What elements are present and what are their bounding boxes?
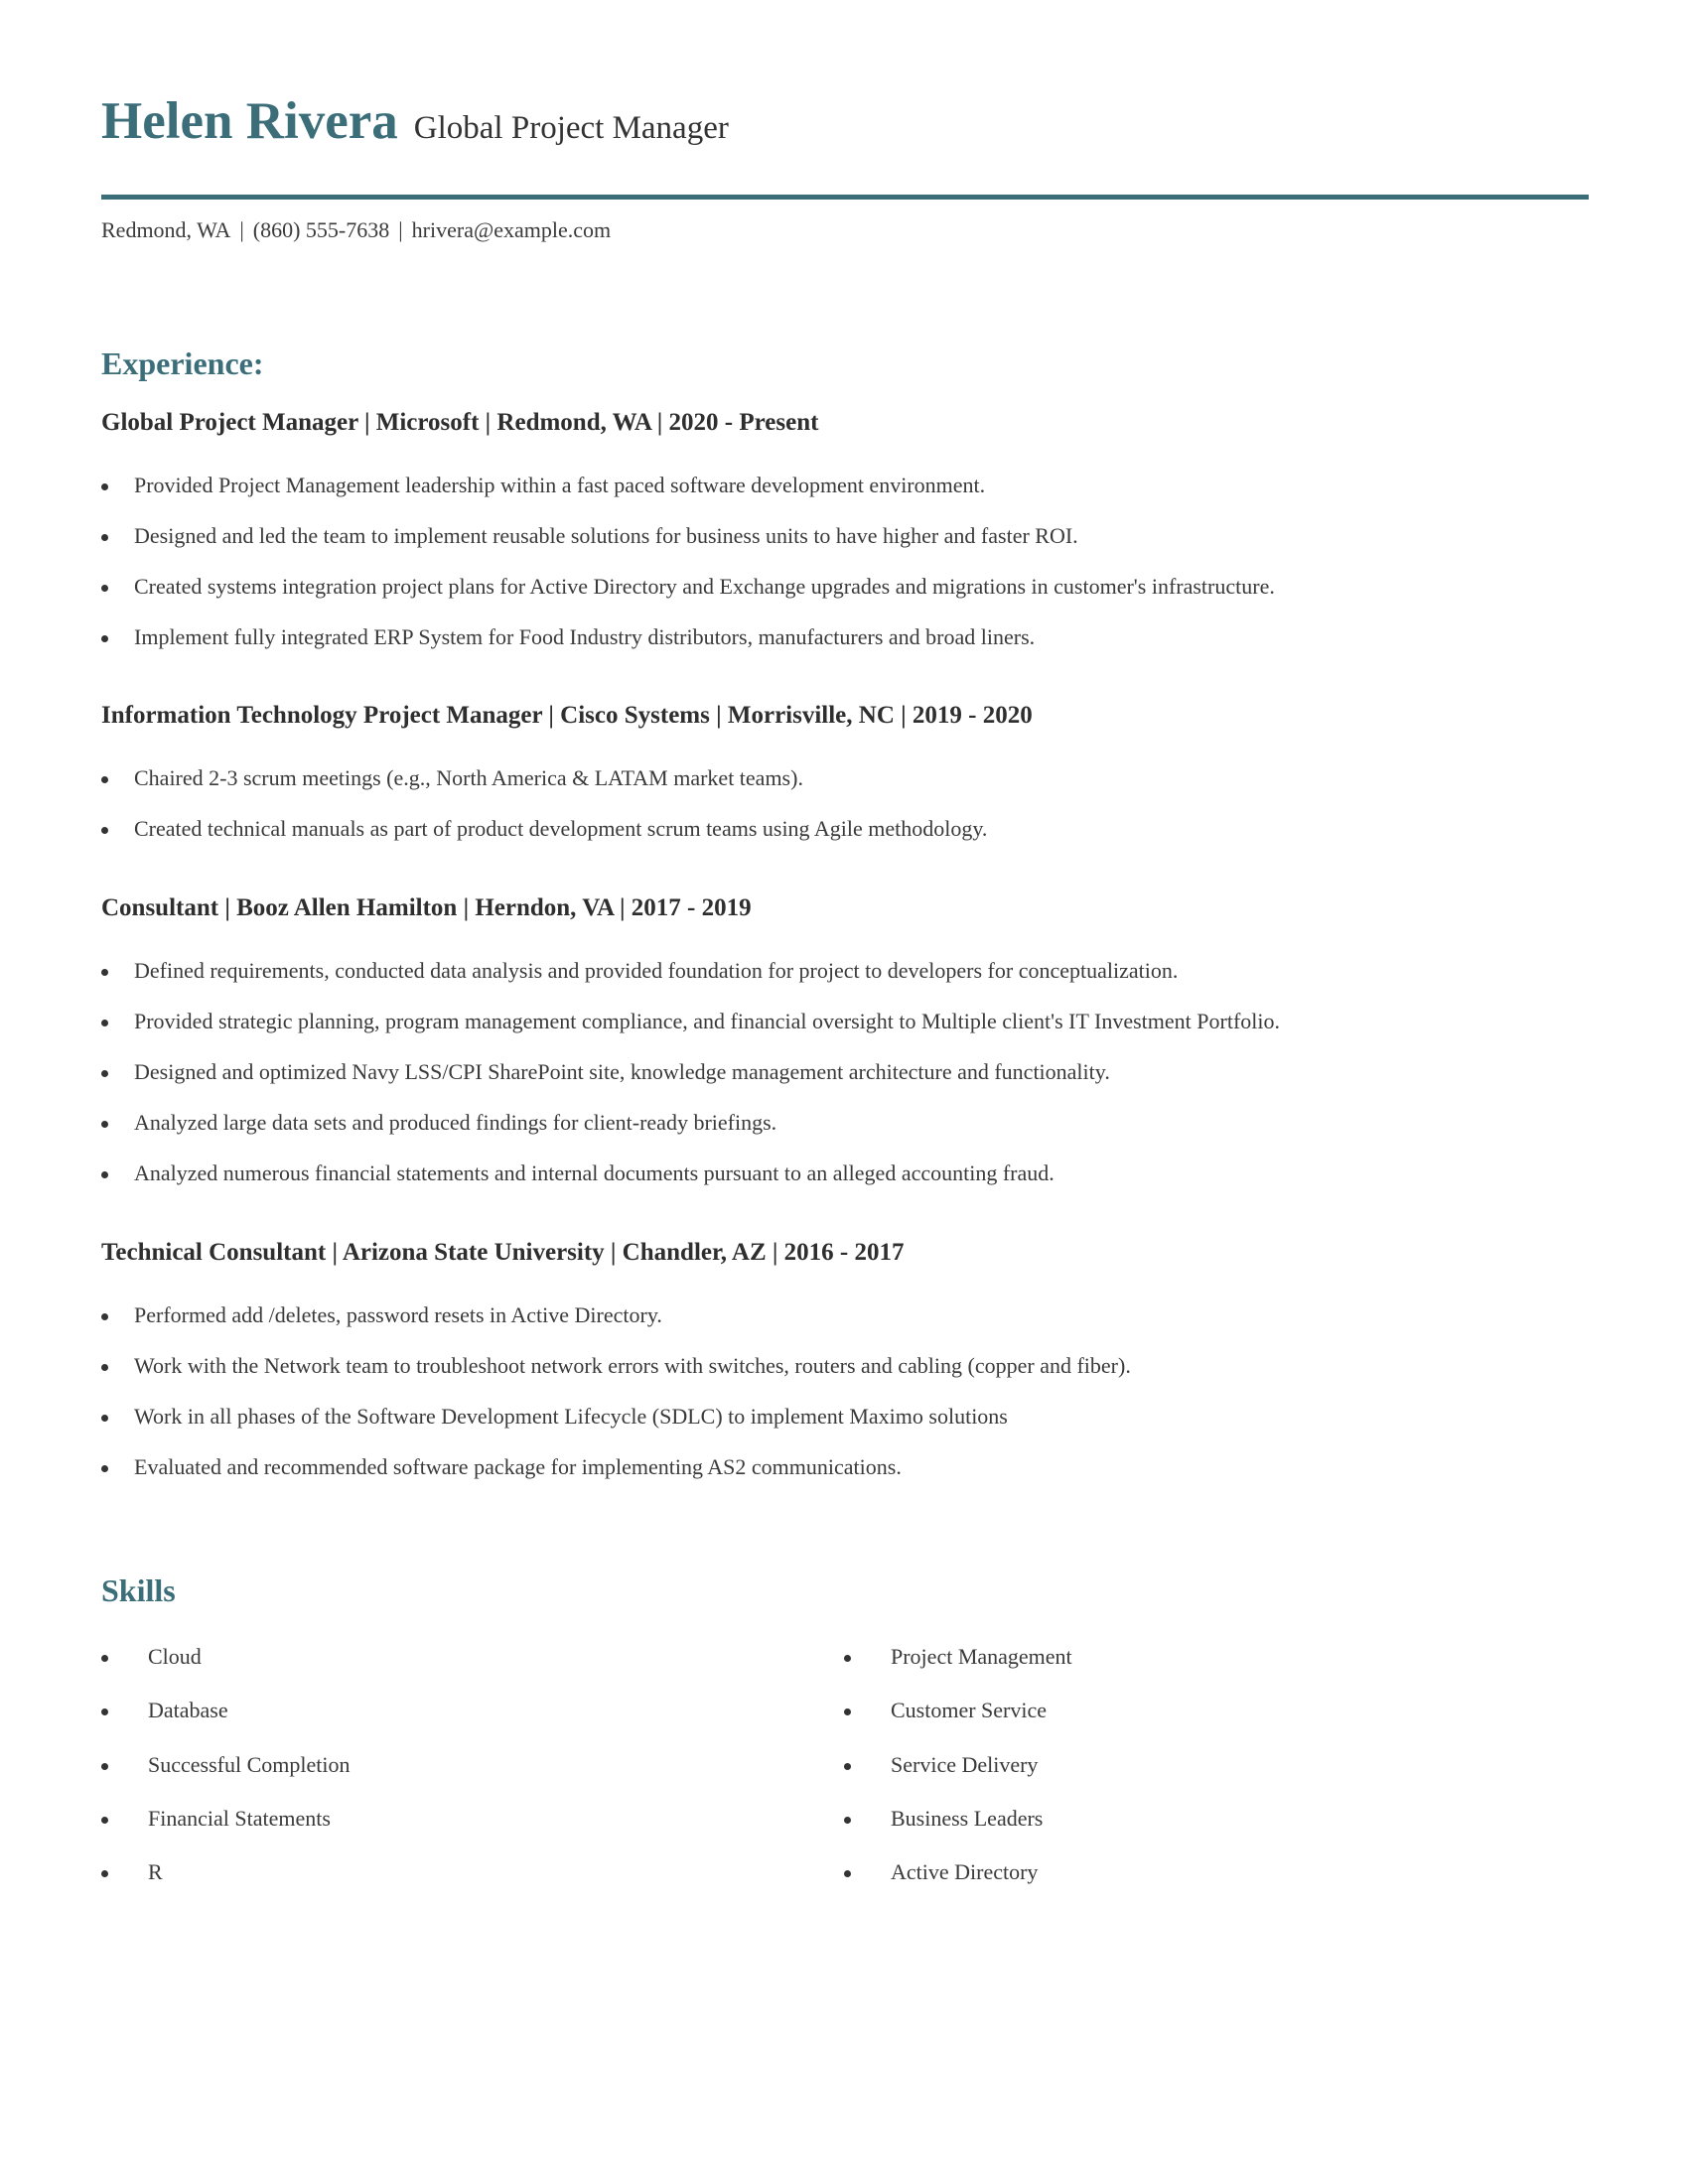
job-heading: Global Project Manager | Microsoft | Red… <box>101 409 819 436</box>
contact-separator: | <box>398 217 403 242</box>
skill-text: Cloud <box>148 1644 202 1669</box>
job-heading: Technical Consultant | Arizona State Uni… <box>101 1239 905 1266</box>
skill-text: Active Directory <box>891 1859 1039 1885</box>
contact-info: Redmond, WA | (860) 555-7638 | hrivera@examp… <box>101 217 611 243</box>
bullet-icon <box>101 1816 108 1824</box>
skill-text: Project Management <box>891 1644 1072 1669</box>
bullet-icon <box>101 483 108 490</box>
skill-text: Database <box>148 1698 228 1723</box>
bullet-icon <box>101 969 108 976</box>
bullet-icon <box>101 1121 108 1128</box>
bullet-icon <box>101 1313 108 1320</box>
job-heading: Information Technology Project Manager |… <box>101 702 1033 729</box>
bullet-text: Provided Project Management leadership w… <box>134 473 986 497</box>
bullet-text: Evaluated and recommended software packa… <box>134 1454 902 1479</box>
bullet-icon <box>844 1762 851 1770</box>
bullet-icon <box>844 1655 851 1662</box>
bullet-text: Chaired 2-3 scrum meetings (e.g., North … <box>134 765 803 790</box>
bullet-icon <box>101 1655 108 1662</box>
candidate-name: Helen Rivera <box>101 92 398 150</box>
contact-email: hrivera@example.com <box>411 217 612 242</box>
bullet-icon <box>101 1465 108 1472</box>
bullet-text: Performed add /deletes, password resets … <box>134 1302 662 1327</box>
skill-text: Business Leaders <box>891 1805 1044 1831</box>
bullet-text: Designed and optimized Navy LSS/CPI Shar… <box>134 1059 1110 1084</box>
bullet-text: Analyzed large data sets and produced fi… <box>134 1110 777 1135</box>
contact-location: Redmond, WA <box>101 217 231 242</box>
bullet-icon <box>101 635 108 642</box>
skills-section-title: Skills <box>101 1572 176 1608</box>
resume-header: Helen Rivera Global Project Manager <box>101 91 729 151</box>
bullet-icon <box>101 1870 108 1878</box>
bullet-icon <box>101 1364 108 1371</box>
bullet-icon <box>101 1070 108 1077</box>
bullet-icon <box>101 827 108 834</box>
bullet-icon <box>101 1020 108 1026</box>
bullet-icon <box>101 776 108 783</box>
skill-text: Customer Service <box>891 1698 1048 1723</box>
bullet-icon <box>101 534 108 541</box>
bullet-text: Created systems integration project plan… <box>134 574 1275 599</box>
experience-section-title: Experience: <box>101 345 264 381</box>
skill-text: Successful Completion <box>148 1751 351 1777</box>
bullet-text: Work with the Network team to troublesho… <box>134 1353 1131 1378</box>
candidate-headline: Global Project Manager <box>413 110 729 146</box>
skill-text: Financial Statements <box>148 1805 331 1831</box>
bullet-icon <box>101 1762 108 1770</box>
bullet-icon <box>844 1708 851 1716</box>
bullet-text: Analyzed numerous financial statements a… <box>134 1160 1055 1185</box>
bullet-icon <box>101 1708 108 1716</box>
bullet-text: Provided strategic planning, program man… <box>134 1009 1280 1033</box>
contact-separator: | <box>239 217 244 242</box>
bullet-text: Defined requirements, conducted data ana… <box>134 958 1179 983</box>
bullet-icon <box>844 1870 851 1878</box>
bullet-icon <box>844 1816 851 1824</box>
skill-text: Service Delivery <box>891 1751 1039 1777</box>
bullet-text: Designed and led the team to implement r… <box>134 523 1078 548</box>
bullet-text: Work in all phases of the Software Devel… <box>134 1404 1008 1429</box>
job-heading: Consultant | Booz Allen Hamilton | Hernd… <box>101 894 752 921</box>
bullet-text: Created technical manuals as part of pro… <box>134 816 988 841</box>
bullet-icon <box>101 1171 108 1178</box>
contact-phone: (860) 555-7638 <box>252 217 390 242</box>
bullet-icon <box>101 585 108 592</box>
header-divider <box>101 195 1589 200</box>
bullet-text: Implement fully integrated ERP System fo… <box>134 624 1036 649</box>
bullet-icon <box>101 1415 108 1422</box>
skill-text: R <box>148 1859 163 1885</box>
